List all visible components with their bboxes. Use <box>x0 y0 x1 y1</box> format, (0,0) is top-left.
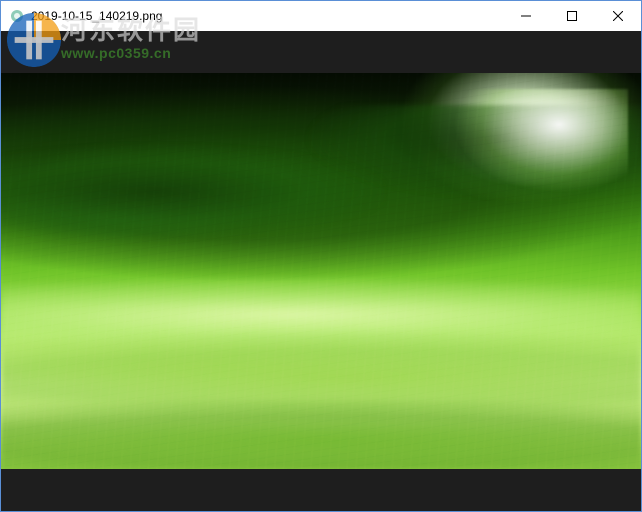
close-icon <box>613 11 623 21</box>
image-viewer-window: 2019-10-15_140219.png <box>0 0 642 512</box>
watermark-url: www.pc0359.cn <box>61 45 201 61</box>
titlebar[interactable]: 2019-10-15_140219.png <box>1 1 641 31</box>
maximize-icon <box>567 11 577 21</box>
minimize-icon <box>521 11 531 21</box>
app-icon <box>9 8 25 24</box>
viewer-content[interactable]: 河东软件园 www.pc0359.cn <box>1 31 641 511</box>
watermark: 河东软件园 www.pc0359.cn <box>5 31 201 69</box>
image-canvas <box>1 73 641 469</box>
window-title: 2019-10-15_140219.png <box>31 9 162 23</box>
minimize-button[interactable] <box>503 1 549 31</box>
maximize-button[interactable] <box>549 1 595 31</box>
close-button[interactable] <box>595 1 641 31</box>
